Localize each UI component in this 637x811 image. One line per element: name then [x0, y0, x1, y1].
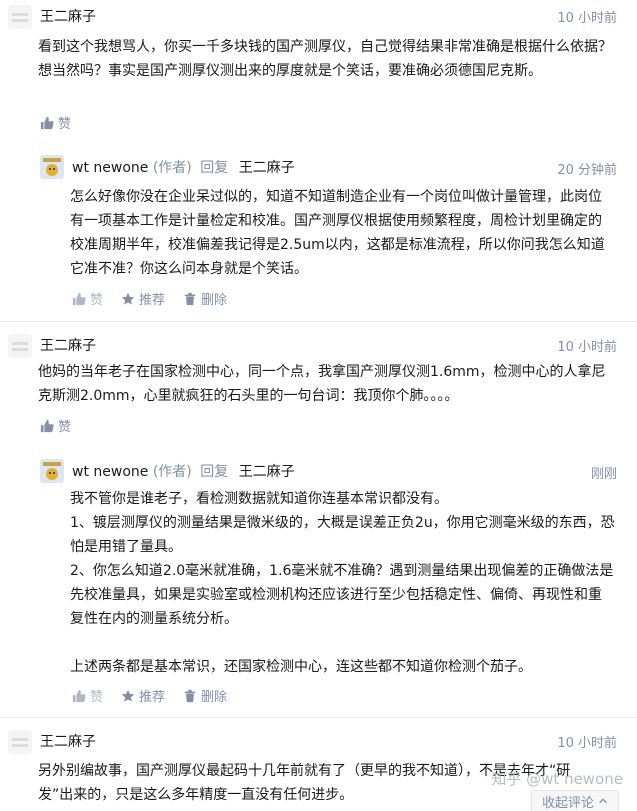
delete-button[interactable]: 删除: [183, 289, 227, 308]
thumbs-up-icon: [72, 292, 86, 305]
avatar-image: [40, 459, 64, 483]
like-label: 赞: [58, 117, 72, 132]
star-icon: [121, 292, 135, 305]
collapse-comments-button[interactable]: 收起评论: [530, 790, 619, 811]
avatar[interactable]: [8, 730, 32, 754]
watermark: 知乎 @wt newone: [491, 770, 623, 788]
comment-time: 刚刚: [590, 467, 617, 482]
reply-word: 回复: [200, 160, 229, 176]
comment-actions: 赞 推荐 删除: [72, 289, 227, 308]
comment-text: 他妈的当年老子在国家检测中心，同一个点，我拿国产测厚仪测1.6mm，检测中心的人…: [38, 364, 606, 404]
comment-text: 怎么好像你没在企业呆过似的，知道不知道制造企业有一个岗位叫做计量管理，此岗位有一…: [70, 189, 605, 277]
trash-icon: [184, 689, 196, 702]
star-icon: [121, 689, 135, 702]
author-tag: (作者): [152, 464, 192, 480]
recommend-button[interactable]: 推荐: [121, 289, 165, 308]
like-label: 赞: [90, 293, 104, 308]
like-label: 赞: [90, 690, 104, 705]
recommend-button[interactable]: 推荐: [121, 686, 165, 705]
comment-time: 10 小时前: [557, 11, 617, 26]
reply-target[interactable]: 王二麻子: [239, 160, 295, 176]
trash-icon: [184, 292, 196, 305]
comment-time: 10 小时前: [557, 736, 617, 751]
like-label: 赞: [58, 420, 72, 435]
comment-actions: 赞 推荐 删除: [72, 686, 227, 705]
recommend-label: 推荐: [139, 690, 166, 705]
comment-author[interactable]: wt newone: [72, 464, 148, 480]
comment-time: 10 小时前: [557, 340, 617, 355]
like-button[interactable]: 赞: [40, 416, 71, 435]
delete-label: 删除: [201, 293, 228, 308]
reply-word: 回复: [200, 464, 229, 480]
reply-meta: wt newone (作者) 回复 王二麻子: [72, 157, 295, 177]
like-button[interactable]: 赞: [72, 289, 103, 308]
like-button[interactable]: 赞: [40, 113, 71, 132]
delete-label: 删除: [201, 690, 228, 705]
comment-author[interactable]: 王二麻子: [40, 6, 96, 26]
avatar-image: [40, 155, 64, 179]
like-button[interactable]: 赞: [72, 686, 103, 705]
delete-button[interactable]: 删除: [183, 686, 227, 705]
avatar[interactable]: [8, 334, 32, 358]
comment-author[interactable]: wt newone: [72, 160, 148, 176]
divider: [0, 717, 637, 718]
comment-author[interactable]: 王二麻子: [40, 731, 96, 751]
author-tag: (作者): [152, 160, 192, 176]
avatar[interactable]: [40, 459, 64, 483]
thumbs-up-icon: [40, 419, 54, 432]
comment-actions: 赞: [40, 113, 71, 132]
avatar[interactable]: [8, 5, 32, 29]
reply-meta: wt newone (作者) 回复 王二麻子: [72, 461, 295, 481]
comment-text: 看到这个我想骂人，你买一千多块钱的国产测厚仪，自己觉得结果非常准确是根据什么依据…: [38, 39, 612, 79]
chevron-up-icon: [599, 798, 607, 804]
avatar[interactable]: [40, 155, 64, 179]
divider: [0, 321, 637, 322]
recommend-label: 推荐: [139, 293, 166, 308]
thumbs-up-icon: [72, 689, 86, 702]
comment-text: 我不管你是谁老子，看检测数据就知道你连基本常识都没有。 1、镀层测厚仪的测量结果…: [70, 491, 615, 675]
comment-actions: 赞: [40, 416, 71, 435]
comment-author[interactable]: 王二麻子: [40, 335, 96, 355]
thumbs-up-icon: [40, 116, 54, 129]
collapse-label: 收起评论: [541, 795, 594, 811]
reply-target[interactable]: 王二麻子: [239, 464, 295, 480]
comment-time: 20 分钟前: [557, 163, 617, 178]
